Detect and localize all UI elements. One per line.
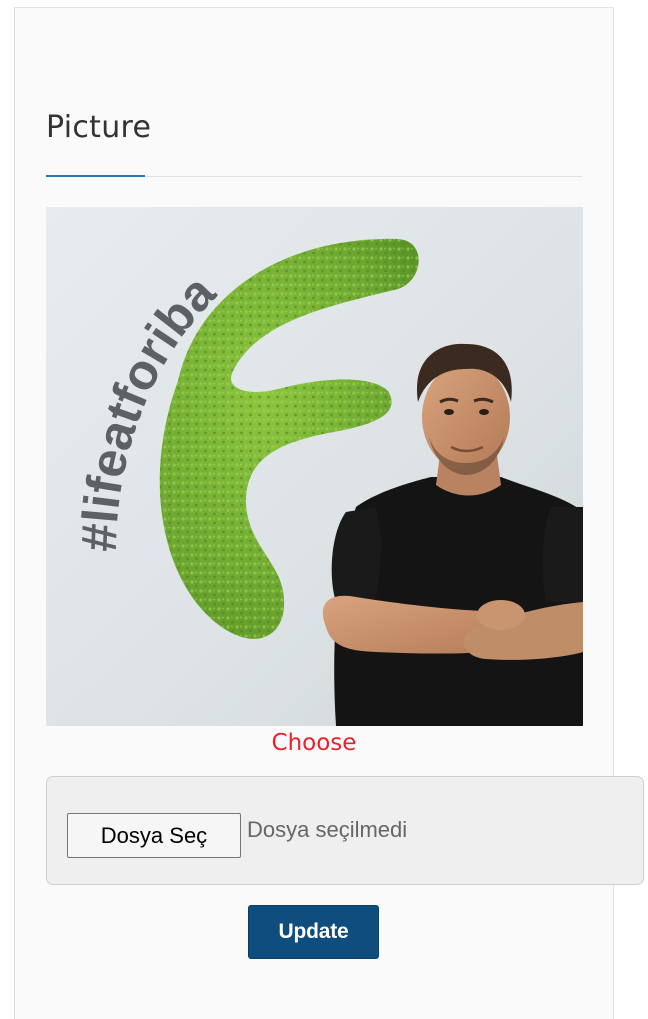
update-button[interactable]: Update bbox=[248, 905, 379, 959]
title-divider-accent bbox=[46, 175, 145, 177]
choose-photo-link[interactable]: Choose bbox=[0, 730, 628, 756]
choose-file-button[interactable]: Dosya Seç bbox=[67, 813, 241, 858]
section-title: Picture bbox=[46, 110, 152, 145]
file-upload-box: Dosya Seç Dosya seçilmedi bbox=[46, 776, 644, 885]
file-status-text: Dosya seçilmedi bbox=[247, 817, 408, 842]
profile-photo: #lifeatforiba bbox=[46, 207, 583, 726]
